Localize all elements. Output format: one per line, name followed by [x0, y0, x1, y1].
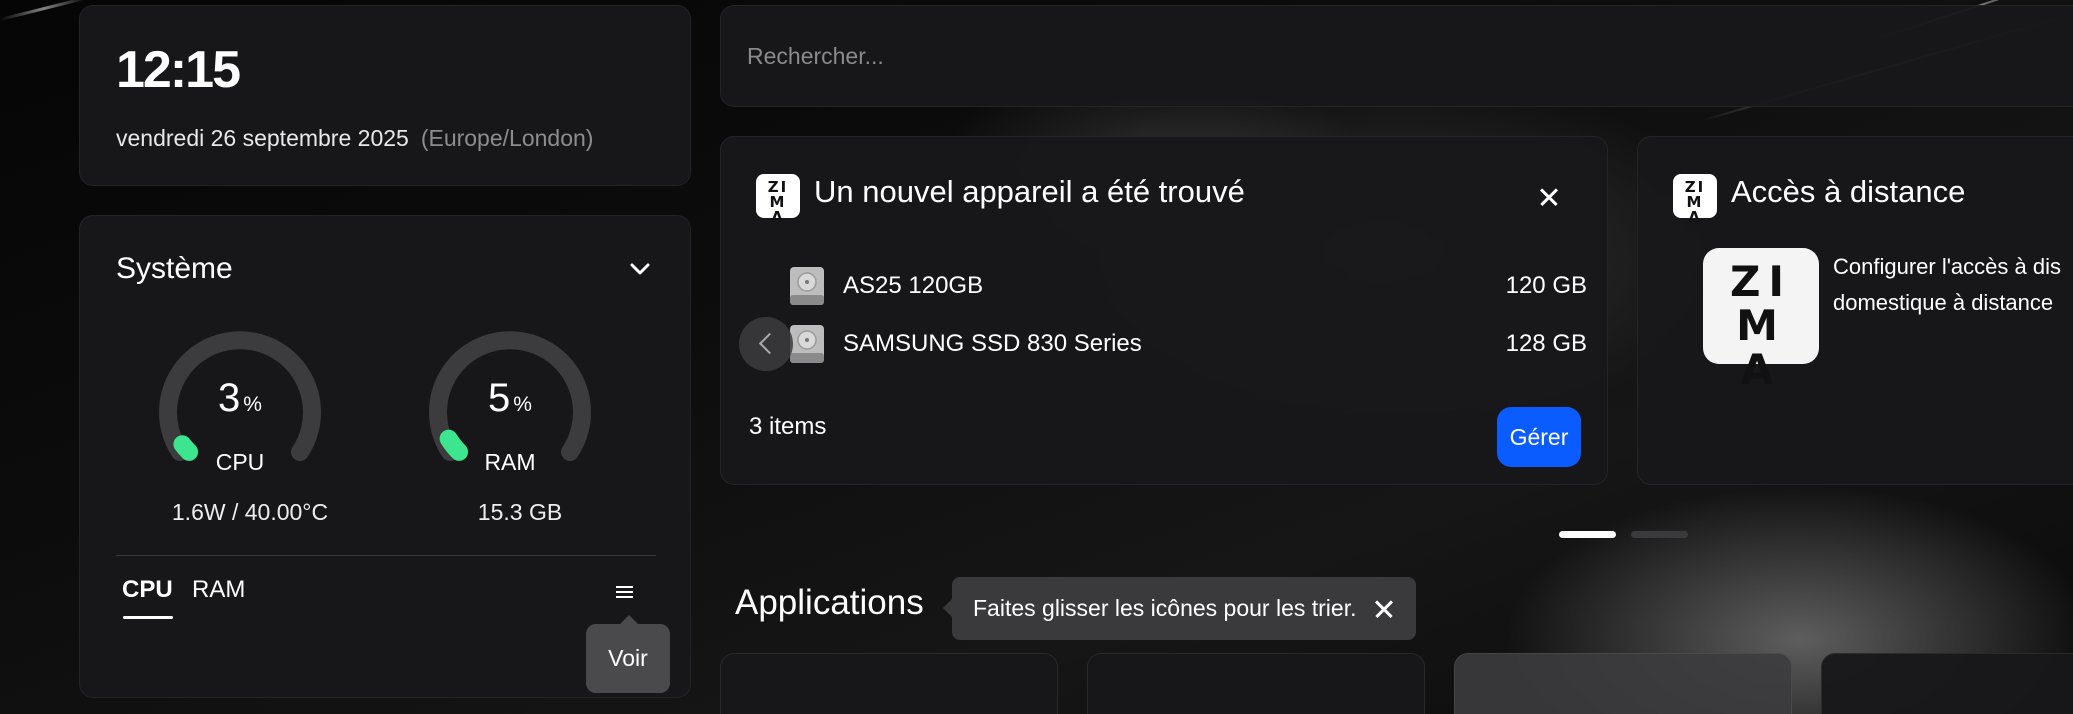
tab-cpu[interactable]: CPU [122, 576, 173, 604]
zima-logo: ZIMA [1673, 174, 1717, 225]
app-tile[interactable] [1821, 653, 2073, 714]
clock-time: 12:15 [116, 41, 241, 99]
remote-access-card[interactable]: ZIMA Accès à distance ZIMA Configurer l'… [1637, 136, 2073, 485]
clock-widget: 12:15 vendredi 26 septembre 2025 (Europe/… [79, 5, 691, 186]
sort-hint-text: Faites glisser les icônes pour les trier… [973, 595, 1357, 621]
app-tile[interactable] [1454, 653, 1792, 714]
tab-ram[interactable]: RAM [192, 576, 245, 604]
active-tab-indicator [123, 616, 173, 619]
items-count: 3 items [749, 413, 827, 440]
cpu-label: CPU [215, 449, 265, 475]
device-name: AS25 120GB [843, 272, 984, 299]
pager-dot[interactable] [1631, 531, 1688, 538]
ram-usage-value: 5% [488, 376, 532, 420]
zima-logo-large-text: ZIMA [1729, 257, 1793, 394]
ram-size: 15.3 GB [477, 499, 563, 525]
zima-logo-large: ZIMA [1703, 248, 1819, 392]
chevron-left-icon[interactable] [739, 317, 793, 371]
search-input[interactable] [747, 36, 1647, 76]
remote-access-description: Configurer l'accès à dis domestique à di… [1833, 249, 2073, 321]
zima-logo-text: ZIMA [1684, 178, 1706, 226]
new-device-card: ZIMA Un nouvel appareil a été trouvé AS2… [720, 136, 1608, 485]
device-size: 128 GB [1505, 330, 1587, 357]
ram-gauge: 5% RAM [420, 324, 600, 475]
date-text: vendredi 26 septembre 2025 [116, 125, 409, 151]
menu-icon[interactable] [605, 573, 643, 611]
timezone-text: (Europe/London) [420, 125, 594, 151]
app-tile[interactable] [1087, 653, 1425, 714]
cpu-gauge: 3% CPU [150, 324, 330, 475]
device-card-title: Un nouvel appareil a été trouvé [814, 174, 1245, 209]
menu-tooltip: Voir [586, 615, 670, 693]
manage-button[interactable]: Gérer [1497, 407, 1581, 467]
clock-date: vendredi 26 septembre 2025 (Europe/London… [116, 125, 593, 152]
device-size: 120 GB [1505, 272, 1587, 299]
close-icon[interactable] [1364, 589, 1404, 629]
divider [116, 555, 656, 556]
app-tile[interactable] [720, 653, 1058, 714]
zima-logo-text: ZIMA [767, 178, 789, 226]
ram-label: RAM [484, 449, 536, 475]
device-name: SAMSUNG SSD 830 Series [843, 330, 1142, 357]
chevron-down-icon[interactable] [625, 254, 655, 284]
remote-desc-line-2: domestique à distance [1833, 290, 2054, 315]
device-row[interactable]: SAMSUNG SSD 830 Series 128 GB [787, 319, 1587, 369]
sort-hint-tooltip: Faites glisser les icônes pour les trier… [943, 577, 1416, 640]
hard-disk-icon [790, 267, 824, 305]
cpu-usage-value: 3% [218, 376, 262, 420]
zima-logo: ZIMA [756, 174, 800, 225]
applications-title: Applications [735, 583, 924, 622]
search-bar [720, 5, 2073, 107]
remote-desc-line-1: Configurer l'accès à dis [1833, 254, 2061, 279]
pager-dot-active[interactable] [1559, 531, 1616, 538]
hard-disk-icon [790, 325, 824, 363]
close-icon[interactable] [1529, 177, 1569, 217]
remote-access-title: Accès à distance [1731, 174, 1966, 209]
device-row[interactable]: AS25 120GB 120 GB [787, 261, 1587, 311]
system-title: Système [116, 252, 233, 285]
cpu-power-temp: 1.6W / 40.00°C [171, 499, 329, 525]
